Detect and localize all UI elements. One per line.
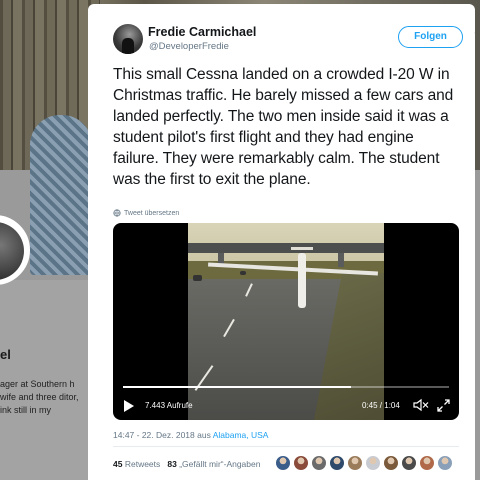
liker-avatar[interactable] (329, 455, 345, 471)
mute-icon[interactable] (413, 398, 429, 412)
video-bridge (188, 243, 384, 253)
plane-tail (291, 247, 313, 250)
video-frame (188, 223, 384, 420)
user-handle[interactable]: @DeveloperFredie (149, 41, 229, 52)
translate-link[interactable]: Tweet übersetzen (113, 209, 179, 217)
likes-label: „Gefällt mir“-Angaben (179, 459, 261, 469)
profile-name: el (0, 347, 11, 362)
tweet-header: Fredie Carmichael @DeveloperFredie Folge… (113, 24, 475, 60)
liker-avatar[interactable] (275, 455, 291, 471)
tweet-text: This small Cessna landed on a crowded I-… (113, 66, 454, 188)
fullscreen-icon[interactable] (437, 399, 450, 412)
liker-avatar[interactable] (383, 455, 399, 471)
liker-avatar[interactable] (419, 455, 435, 471)
tweet-modal: Fredie Carmichael @DeveloperFredie Folge… (88, 4, 475, 480)
header-photo-person (30, 115, 92, 275)
timestamp[interactable]: 14:47 - 22. Dez. 2018 aus (113, 430, 213, 440)
bridge-pillar (338, 253, 344, 267)
profile-bio: ager at Southern h wife and three ditor,… (0, 379, 79, 415)
location-link[interactable]: Alabama, USA (213, 430, 269, 440)
play-icon[interactable] (123, 399, 135, 413)
likes-count: 83 (167, 459, 177, 469)
liker-avatars (275, 455, 453, 471)
divider (113, 446, 459, 447)
retweets-stat[interactable]: 45 Retweets (113, 459, 160, 469)
liker-avatar[interactable] (437, 455, 453, 471)
retweets-label: Retweets (124, 459, 161, 469)
liker-avatar[interactable] (347, 455, 363, 471)
car (240, 271, 246, 275)
user-avatar[interactable] (113, 24, 143, 54)
liker-avatar[interactable] (311, 455, 327, 471)
liker-avatar[interactable] (401, 455, 417, 471)
chevron-down-icon[interactable] (473, 29, 475, 39)
follow-button[interactable]: Folgen (398, 26, 463, 48)
translate-label: Tweet übersetzen (124, 209, 180, 217)
likes-stat[interactable]: 83 „Gefällt mir“-Angaben (167, 459, 260, 469)
liker-avatar[interactable] (293, 455, 309, 471)
retweets-count: 45 (113, 459, 123, 469)
plane-fuselage (298, 253, 306, 308)
globe-icon (113, 209, 121, 217)
video-time: 0:45 / 1:04 (362, 401, 400, 410)
view-count: 7.443 Aufrufe (145, 401, 193, 410)
car (193, 275, 202, 281)
display-name[interactable]: Fredie Carmichael (148, 25, 256, 39)
video-player[interactable]: 7.443 Aufrufe 0:45 / 1:04 (113, 223, 459, 420)
progress-fill (123, 386, 352, 388)
tweet-stats: 45 Retweets 83 „Gefällt mir“-Angaben (113, 459, 260, 469)
liker-avatar[interactable] (365, 455, 381, 471)
progress-bar[interactable] (123, 386, 449, 388)
tweet-meta: 14:47 - 22. Dez. 2018 aus Alabama, USA (113, 430, 268, 440)
